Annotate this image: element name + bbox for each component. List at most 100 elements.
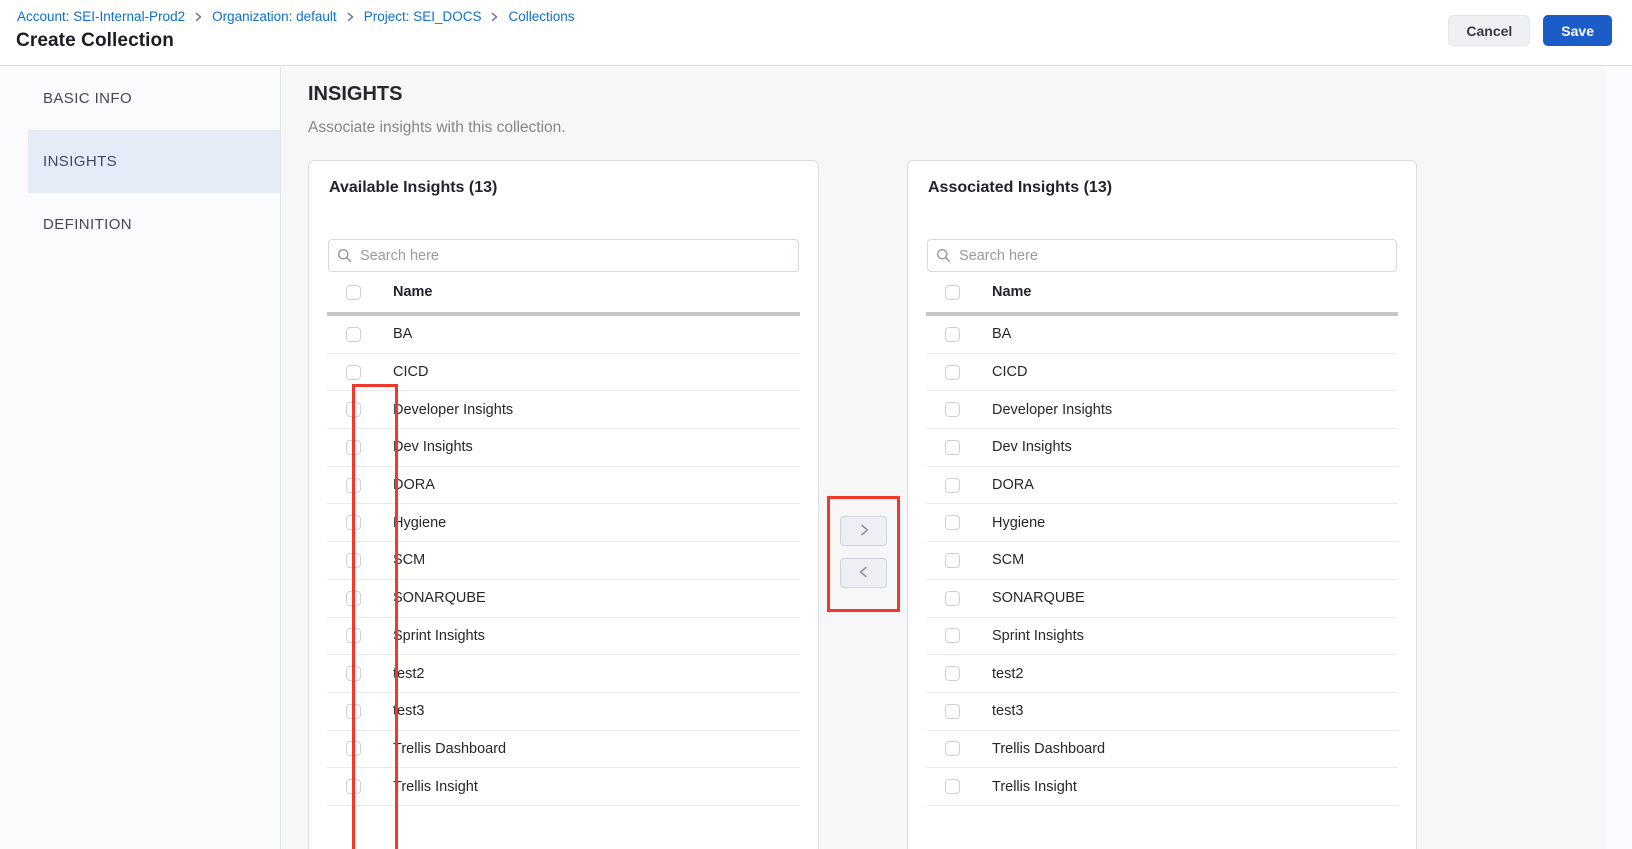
row-checkbox[interactable] xyxy=(346,591,361,606)
chevron-right-icon xyxy=(346,12,355,22)
row-name: Sprint Insights xyxy=(380,628,485,644)
row-checkbox[interactable] xyxy=(945,628,960,643)
table-header-row: Name xyxy=(926,272,1398,312)
save-button[interactable]: Save xyxy=(1543,15,1612,46)
sidebar-item-definition[interactable]: DEFINITION xyxy=(0,193,280,256)
row-name: SCM xyxy=(380,552,425,568)
sidebar-item-basic-info[interactable]: BASIC INFO xyxy=(0,67,280,130)
table-row: BA xyxy=(327,316,800,354)
breadcrumb-organization-link[interactable]: Organization: default xyxy=(212,9,337,24)
table-row: test2 xyxy=(327,655,800,693)
associated-insights-rows: BA CICD Developer Insights Dev Insights DORA… xyxy=(926,316,1398,806)
associated-search-input[interactable] xyxy=(927,239,1397,272)
table-row: DORA xyxy=(926,467,1398,505)
select-all-checkbox[interactable] xyxy=(945,285,960,300)
row-name: BA xyxy=(380,326,412,342)
row-checkbox[interactable] xyxy=(346,779,361,794)
table-row: Sprint Insights xyxy=(926,618,1398,656)
table-row: Trellis Insight xyxy=(926,768,1398,806)
table-row: Developer Insights xyxy=(327,391,800,429)
cancel-button[interactable]: Cancel xyxy=(1448,15,1530,46)
table-row: SONARQUBE xyxy=(926,580,1398,618)
table-row: Dev Insights xyxy=(926,429,1398,467)
row-checkbox[interactable] xyxy=(945,553,960,568)
row-checkbox[interactable] xyxy=(346,704,361,719)
table-row: test2 xyxy=(926,655,1398,693)
table-row: CICD xyxy=(327,354,800,392)
row-checkbox[interactable] xyxy=(945,591,960,606)
header-actions: Cancel Save xyxy=(1448,15,1612,46)
row-checkbox[interactable] xyxy=(346,553,361,568)
name-column-header: Name xyxy=(979,284,1032,300)
row-name: Trellis Dashboard xyxy=(979,741,1105,757)
row-name: Dev Insights xyxy=(380,439,473,455)
table-header-row: Name xyxy=(327,272,800,312)
page-title: Create Collection xyxy=(16,30,174,52)
breadcrumb-collections-link[interactable]: Collections xyxy=(508,9,574,24)
breadcrumb-project-link[interactable]: Project: SEI_DOCS xyxy=(364,9,482,24)
breadcrumb-account-link[interactable]: Account: SEI-Internal-Prod2 xyxy=(17,9,185,24)
row-checkbox[interactable] xyxy=(945,440,960,455)
row-checkbox[interactable] xyxy=(346,741,361,756)
table-row: Trellis Dashboard xyxy=(327,731,800,769)
row-checkbox[interactable] xyxy=(945,704,960,719)
row-name: CICD xyxy=(979,364,1027,380)
table-row: Trellis Insight xyxy=(327,768,800,806)
row-checkbox[interactable] xyxy=(346,666,361,681)
row-checkbox[interactable] xyxy=(945,741,960,756)
table-row: Sprint Insights xyxy=(327,618,800,656)
available-search-input[interactable] xyxy=(328,239,799,272)
breadcrumb: Account: SEI-Internal-Prod2 Organization… xyxy=(17,9,575,24)
select-all-checkbox[interactable] xyxy=(346,285,361,300)
table-row: SCM xyxy=(926,542,1398,580)
row-checkbox[interactable] xyxy=(945,779,960,794)
main-content: INSIGHTS Associate insights with this co… xyxy=(281,67,1632,849)
table-row: CICD xyxy=(926,354,1398,392)
table-row: BA xyxy=(926,316,1398,354)
row-checkbox[interactable] xyxy=(945,666,960,681)
move-right-button[interactable] xyxy=(840,516,887,546)
row-checkbox[interactable] xyxy=(945,515,960,530)
available-insights-rows: BA CICD Developer Insights Dev Insights DORA… xyxy=(327,316,800,806)
scrollbar-area xyxy=(1607,67,1632,849)
name-column-header: Name xyxy=(380,284,433,300)
move-left-button[interactable] xyxy=(840,558,887,588)
sidebar-item-insights[interactable]: INSIGHTS xyxy=(28,130,280,193)
row-checkbox[interactable] xyxy=(945,402,960,417)
row-name: SONARQUBE xyxy=(979,590,1085,606)
row-name: Hygiene xyxy=(979,515,1045,531)
row-name: test2 xyxy=(380,666,424,682)
row-name: Developer Insights xyxy=(380,402,513,418)
row-name: Dev Insights xyxy=(979,439,1072,455)
associated-insights-title: Associated Insights (13) xyxy=(928,179,1396,197)
row-checkbox[interactable] xyxy=(346,515,361,530)
row-checkbox[interactable] xyxy=(346,365,361,380)
row-name: CICD xyxy=(380,364,428,380)
annotation-rectangle-transfer-buttons xyxy=(827,496,900,612)
available-insights-title: Available Insights (13) xyxy=(329,179,798,197)
row-checkbox[interactable] xyxy=(346,327,361,342)
row-name: Developer Insights xyxy=(979,402,1112,418)
row-checkbox[interactable] xyxy=(945,327,960,342)
table-row: DORA xyxy=(327,467,800,505)
table-row: test3 xyxy=(327,693,800,731)
page-header: Account: SEI-Internal-Prod2 Organization… xyxy=(0,0,1632,66)
row-name: test3 xyxy=(979,703,1023,719)
table-row: Dev Insights xyxy=(327,429,800,467)
row-checkbox[interactable] xyxy=(945,365,960,380)
row-name: Trellis Dashboard xyxy=(380,741,506,757)
row-checkbox[interactable] xyxy=(346,628,361,643)
table-row: Hygiene xyxy=(327,504,800,542)
row-checkbox[interactable] xyxy=(945,478,960,493)
row-checkbox[interactable] xyxy=(346,478,361,493)
row-name: SCM xyxy=(979,552,1024,568)
row-name: DORA xyxy=(380,477,435,493)
table-row: Trellis Dashboard xyxy=(926,731,1398,769)
row-checkbox[interactable] xyxy=(346,440,361,455)
row-checkbox[interactable] xyxy=(346,402,361,417)
row-name: Sprint Insights xyxy=(979,628,1084,644)
row-name: Hygiene xyxy=(380,515,446,531)
chevron-right-icon xyxy=(194,12,203,22)
table-row: test3 xyxy=(926,693,1398,731)
chevron-right-icon xyxy=(857,523,871,540)
